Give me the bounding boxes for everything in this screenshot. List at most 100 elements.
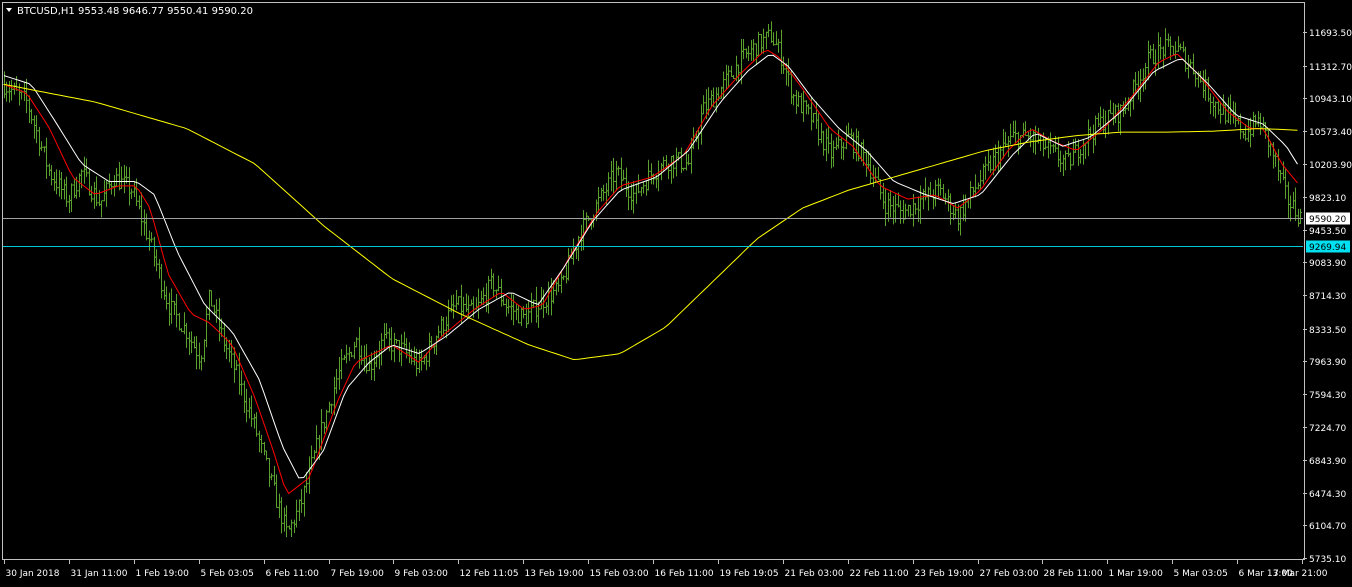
ohlc-bar [105,180,108,207]
ohlc-bar [1277,148,1280,181]
ohlc-bar [1034,125,1037,155]
ohlc-bar [1224,102,1227,125]
ohlc-bar [303,485,306,517]
ohlc-bar [165,286,168,310]
ohlc-bar [477,288,480,319]
ohlc-bar [300,489,303,513]
ohlc-bar [1247,118,1250,142]
ohlc-bar [270,473,273,481]
ohlc-bar [525,303,528,329]
ohlc-bar [827,125,830,154]
ohlc-bar [904,203,907,220]
ohlc-bar [435,335,438,356]
ohlc-bar [832,140,835,167]
ohlc-bar [984,156,987,180]
ohlc-bar [757,31,760,56]
ohlc-bar [1049,132,1052,155]
ohlc-bar [258,430,261,453]
ohlc-bar [602,184,605,201]
ohlc-bar [680,147,683,174]
ohlc-bar [1057,136,1060,168]
ohlc-bar [268,457,271,487]
ohlc-bar [68,194,71,214]
ohlc-bar [889,190,892,218]
ohlc-bar [805,100,808,115]
ohlc-bar [73,179,76,198]
ohlc-bar [610,160,613,192]
ohlc-bar [440,316,443,337]
ohlc-bar [612,157,615,195]
ohlc-bar [1002,129,1005,159]
x-tick-label: 5 Feb 03:05 [201,569,254,579]
ohlc-bar [830,133,833,169]
ohlc-bar [924,177,927,201]
time-axis: 30 Jan 2018 31 Jan 11:00 1 Feb 19:00 5 Feb … [4,559,1328,579]
ohlc-bar [413,346,416,366]
x-tick-label: 15 Feb 03:00 [590,569,649,579]
x-tick-label: 28 Feb 11:00 [1044,569,1103,579]
ohlc-bar [865,149,868,177]
ohlc-bar [642,181,645,194]
ohlc-bar [767,24,770,38]
ohlc-bar [1159,37,1162,60]
ohlc-bar [70,183,73,213]
ohlc-bar [647,159,650,191]
ohlc-bar [892,196,895,225]
ohlc-bar [190,331,193,354]
ohlc-bar [275,474,278,508]
ohlc-bar [485,283,488,313]
ohlc-bar [210,290,213,307]
ohlc-bar [969,181,972,209]
ohlc-bar [650,163,653,185]
x-tick-label: 7 Mar 21:00 [1273,569,1328,579]
ohlc-bar [622,169,625,181]
ohlc-bar [200,355,203,371]
ohlc-bar [877,166,880,181]
ohlc-bar [350,351,353,358]
ohlc-bar [1044,137,1047,150]
y-tick-label: 8714.30 [1309,292,1346,302]
ohlc-bar [153,236,156,267]
ohlc-bar [752,39,755,62]
ohlc-bar [909,204,912,218]
ohlc-bar [447,299,450,333]
ohlc-bar [283,507,286,532]
ohlc-bar [1052,143,1055,153]
dropdown-triangle-icon[interactable] [6,8,12,12]
ohlc-bar [750,39,753,61]
ohlc-bar [617,165,620,176]
ohlc-bar [260,434,263,454]
ohlc-bar [1079,149,1082,164]
ohlc-bar [1099,106,1102,130]
ohlc-bar [203,339,206,363]
ohlc-bar [348,347,351,361]
ohlc-bar [1187,54,1190,79]
ohlc-bar [999,145,1002,170]
ohlc-bar [95,176,98,207]
ohlc-bar [30,109,33,124]
ohlc-bar [1249,117,1252,148]
y-tick-label: 10203.90 [1309,161,1352,171]
chart-header: BTCUSD,H1 9553.48 9646.77 9550.41 9590.2… [6,6,253,17]
chart-window[interactable]: 11693.50 11312.70 10943.10 10573.40 10203.90… [0,0,1352,583]
ohlc-bar [315,425,318,454]
bid-price-tag: 9590.20 [1306,212,1350,225]
ohlc-bar [175,293,178,328]
ohlc-bar [180,328,183,333]
ohlc-bar [1084,142,1087,159]
price-chart[interactable]: 11693.50 11312.70 10943.10 10573.40 10203.90… [0,0,1352,583]
ohlc-bar [280,497,283,534]
ohlc-bar [408,342,411,364]
ohlc-bar [53,171,56,191]
ohlc-bar [340,348,343,380]
ohlc-bar [934,179,937,207]
ohlc-bar [722,71,725,100]
ohlc-bar [1174,41,1177,59]
ohlc-bar [1009,123,1012,145]
ohlc-bar [253,413,256,429]
symbol-label: BTCUSD,H1 [17,6,75,17]
ohlc-bar [1284,167,1287,199]
ohlc-bar [313,450,316,460]
ohlc-bar [517,305,520,324]
y-tick-label: 6474.30 [1309,490,1346,500]
